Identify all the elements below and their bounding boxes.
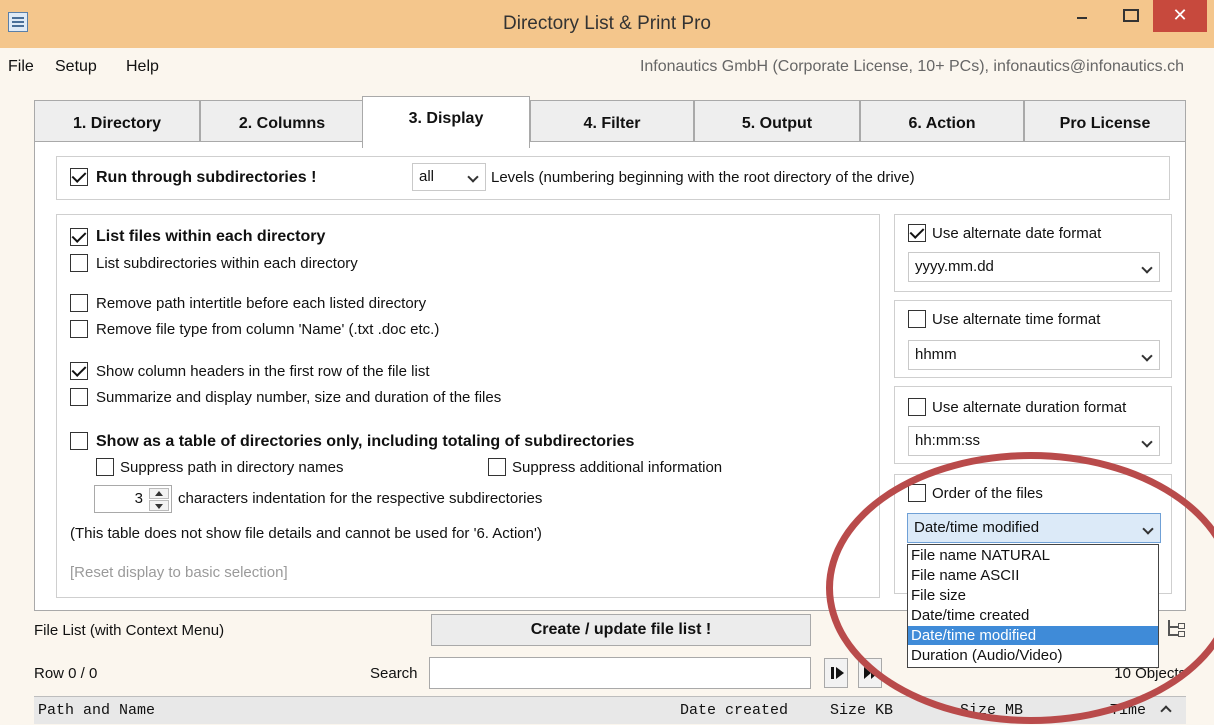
order-dropdown-list: File name NATURAL File name ASCII File s…	[907, 544, 1159, 668]
suppress-info-checkbox[interactable]	[488, 458, 506, 476]
find-last-button[interactable]	[858, 658, 882, 688]
indent-stepper[interactable]: 3	[94, 485, 172, 513]
list-files-checkbox[interactable]	[70, 228, 88, 246]
levels-value: all	[419, 168, 435, 185]
duration-format-select[interactable]: hh:mm:ss	[908, 426, 1160, 456]
run-subdirectories-checkbox[interactable]	[70, 168, 88, 186]
suppress-path-checkbox[interactable]	[96, 458, 114, 476]
suppress-path-label: Suppress path in directory names	[120, 459, 344, 476]
date-format-label: Use alternate date format	[932, 225, 1102, 242]
chevron-down-icon	[467, 171, 479, 183]
menu-setup[interactable]: Setup	[55, 48, 97, 86]
duration-format-label: Use alternate duration format	[932, 399, 1127, 416]
levels-select[interactable]: all	[412, 163, 486, 191]
date-format-value: yyyy.mm.dd	[915, 258, 994, 275]
stepper-up-button[interactable]	[149, 488, 169, 499]
chevron-down-icon	[1141, 436, 1153, 448]
dropdown-option[interactable]: File name ASCII	[908, 566, 1158, 585]
minimize-button[interactable]	[1059, 0, 1105, 32]
summarize-checkbox[interactable]	[70, 388, 88, 406]
chevron-down-icon	[1141, 350, 1153, 362]
dropdown-option[interactable]: Date/time created	[908, 606, 1158, 625]
find-next-button[interactable]	[824, 658, 848, 688]
play-icon	[836, 667, 844, 679]
remove-path-checkbox[interactable]	[70, 294, 88, 312]
levels-label: Levels (numbering beginning with the roo…	[491, 169, 915, 186]
menu-file[interactable]: File	[8, 48, 34, 86]
tab-columns[interactable]: 2. Columns	[200, 100, 364, 142]
bar-icon	[831, 667, 834, 679]
fast-forward-icon	[864, 667, 871, 679]
date-format-checkbox[interactable]	[908, 224, 926, 242]
summarize-label: Summarize and display number, size and d…	[96, 389, 502, 406]
column-header-size-mb[interactable]: Size MB	[960, 697, 1023, 725]
time-format-checkbox[interactable]	[908, 310, 926, 328]
list-subdirs-checkbox[interactable]	[70, 254, 88, 272]
dropdown-option[interactable]: File size	[908, 586, 1158, 605]
duration-format-checkbox[interactable]	[908, 398, 926, 416]
table-dirs-label: Show as a table of directories only, inc…	[96, 433, 635, 450]
chevron-down-icon	[1141, 262, 1153, 274]
chevron-down-icon	[1142, 523, 1154, 535]
remove-path-label: Remove path intertitle before each liste…	[96, 295, 427, 312]
dropdown-option[interactable]: File name NATURAL	[908, 546, 1158, 565]
tab-filter[interactable]: 4. Filter	[530, 100, 694, 142]
remove-type-checkbox[interactable]	[70, 320, 88, 338]
indent-value: 3	[134, 490, 143, 507]
column-header-path[interactable]: Path and Name	[38, 697, 155, 725]
list-subdirs-label: List subdirectories within each director…	[96, 255, 358, 272]
triangle-up-icon	[155, 491, 163, 496]
column-header-date-created[interactable]: Date created	[680, 697, 788, 725]
create-file-list-button[interactable]: Create / update file list !	[431, 614, 811, 646]
window-title: Directory List & Print Pro	[503, 13, 711, 34]
dropdown-option-selected[interactable]: Date/time modified	[908, 626, 1158, 645]
tab-pro-license[interactable]: Pro License	[1024, 100, 1186, 142]
column-header-time[interactable]: Time	[1110, 697, 1146, 725]
remove-type-label: Remove file type from column 'Name' (.tx…	[96, 321, 440, 338]
chevron-up-icon[interactable]	[1160, 705, 1172, 717]
date-format-select[interactable]: yyyy.mm.dd	[908, 252, 1160, 282]
company-license-text: Infonautics GmbH (Corporate License, 10+…	[639, 58, 1184, 75]
search-input[interactable]	[429, 657, 811, 689]
time-format-value: hhmm	[915, 346, 957, 363]
maximize-button[interactable]	[1107, 0, 1151, 32]
menu-help[interactable]: Help	[126, 48, 159, 86]
column-header-size-kb[interactable]: Size KB	[830, 697, 893, 725]
tab-display[interactable]: 3. Display	[362, 96, 530, 148]
table-note: (This table does not show file details a…	[70, 525, 542, 542]
triangle-down-icon	[155, 504, 163, 509]
show-headers-checkbox[interactable]	[70, 362, 88, 380]
tree-view-icon[interactable]	[1164, 616, 1186, 642]
table-dirs-checkbox[interactable]	[70, 432, 88, 450]
title-bar: Directory List & Print Pro ✕	[0, 0, 1214, 48]
close-button[interactable]: ✕	[1153, 0, 1207, 32]
order-checkbox[interactable]	[908, 484, 926, 502]
reset-display-link[interactable]: [Reset display to basic selection]	[70, 564, 288, 581]
file-list-label: File List (with Context Menu)	[34, 622, 225, 639]
stepper-down-button[interactable]	[149, 500, 169, 511]
list-files-label: List files within each directory	[96, 228, 326, 245]
dropdown-option[interactable]: Duration (Audio/Video)	[908, 646, 1158, 665]
fast-forward-icon	[871, 667, 878, 679]
row-counter: Row 0 / 0	[34, 665, 98, 682]
tab-directory[interactable]: 1. Directory	[34, 100, 200, 142]
tab-action[interactable]: 6. Action	[860, 100, 1024, 142]
show-headers-label: Show column headers in the first row of …	[96, 363, 430, 380]
indent-label: characters indentation for the respectiv…	[178, 490, 543, 507]
time-format-label: Use alternate time format	[932, 311, 1101, 328]
menu-bar: File Setup Help Infonautics GmbH (Corpor…	[0, 48, 1214, 86]
time-format-select[interactable]: hhmm	[908, 340, 1160, 370]
suppress-info-label: Suppress additional information	[512, 459, 723, 476]
order-value: Date/time modified	[914, 519, 1040, 536]
duration-format-value: hh:mm:ss	[915, 432, 981, 449]
search-label: Search	[370, 665, 418, 682]
run-subdirectories-label: Run through subdirectories !	[96, 169, 317, 186]
order-label: Order of the files	[932, 485, 1043, 502]
tab-output[interactable]: 5. Output	[694, 100, 860, 142]
order-select[interactable]: Date/time modified	[907, 513, 1161, 543]
